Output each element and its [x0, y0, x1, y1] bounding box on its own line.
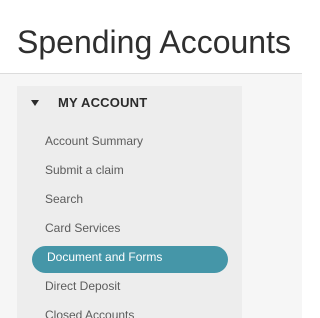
- page: Spending Accounts MY ACCOUNT Account Sum…: [0, 0, 302, 318]
- my-account-toggle[interactable]: MY ACCOUNT: [17, 86, 242, 120]
- sidebar-item-account-summary[interactable]: Account Summary: [17, 130, 242, 159]
- sidebar-item-direct-deposit[interactable]: Direct Deposit: [17, 275, 242, 304]
- sidebar-item-submit-claim[interactable]: Submit a claim: [17, 159, 242, 188]
- sidebar-item-label: Account Summary: [45, 134, 144, 148]
- sidebar-item-label: Search: [45, 192, 84, 206]
- sidebar-item-label: Closed Accounts: [45, 308, 135, 318]
- sidebar-item-search[interactable]: Search: [17, 188, 242, 217]
- sidebar-item-card-services[interactable]: Card Services: [17, 217, 242, 246]
- sidebar-item-label: Submit a claim: [45, 163, 124, 177]
- caret-down-icon: [31, 100, 39, 106]
- sidebar: MY ACCOUNT Account Summary Submit a clai…: [17, 86, 242, 318]
- page-title: Spending Accounts: [17, 24, 291, 60]
- sidebar-item-document-and-forms[interactable]: Document and Forms: [17, 246, 242, 275]
- sidebar-header-label: MY ACCOUNT: [58, 95, 148, 110]
- sidebar-item-label: Document and Forms: [47, 250, 163, 264]
- sidebar-item-label: Direct Deposit: [45, 279, 121, 293]
- sidebar-item-label: Card Services: [45, 221, 121, 235]
- sidebar-menu: Account Summary Submit a claim Search Ca…: [17, 130, 242, 318]
- sidebar-item-closed-accounts[interactable]: Closed Accounts: [17, 304, 242, 318]
